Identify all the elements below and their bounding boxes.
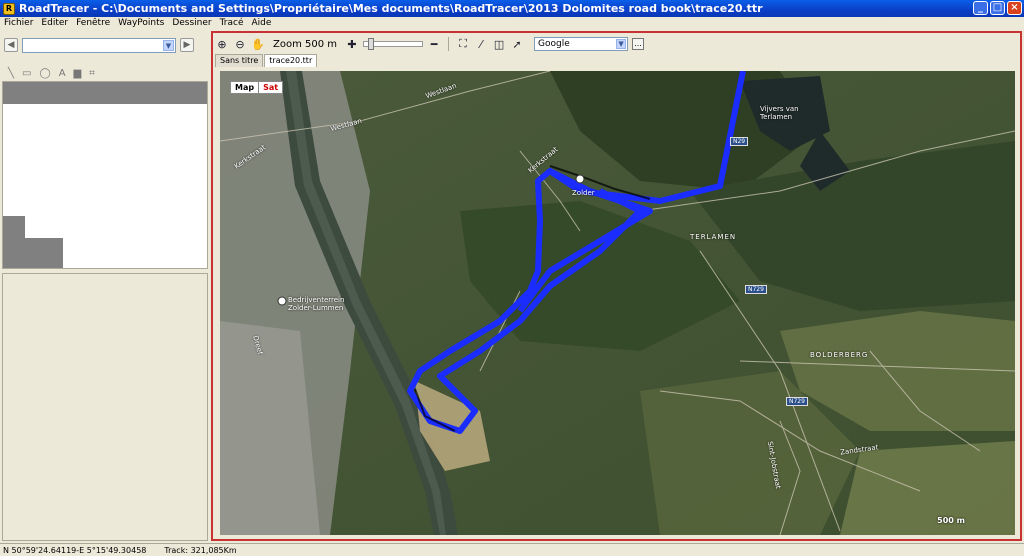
maximize-button[interactable]: □ (990, 1, 1005, 15)
location-combo[interactable]: ▼ (22, 37, 176, 53)
crop-tool-icon[interactable]: ⌗ (89, 68, 95, 79)
status-track-length: Track: 321,085Km (164, 545, 237, 555)
chevron-down-icon[interactable]: ▼ (163, 39, 174, 51)
zoom-slider[interactable] (363, 38, 424, 50)
zoom-in-icon[interactable]: ⊕ (215, 37, 229, 51)
fit-to-screen-icon[interactable]: ⛶ (456, 37, 470, 51)
document-tabs: Sans titre trace20.ttr (215, 54, 318, 68)
tab-trace20[interactable]: trace20.ttr (264, 54, 318, 67)
menu-bar: Fichier Editer Fenêtre WayPoints Dessine… (0, 17, 1024, 29)
toolbar-separator (448, 37, 450, 51)
back-arrow-icon[interactable]: ◀ (4, 38, 18, 52)
draw-toolbar: ╲ ▭ ◯ A ▆ ⌗ (4, 64, 208, 82)
app-icon: R (3, 2, 15, 15)
road-badge-n729: N729 (745, 285, 767, 294)
fill-tool-icon[interactable]: ▆ (74, 68, 82, 79)
map-label-zolder: Zolder (572, 189, 595, 197)
map-type-map-button[interactable]: Map (231, 82, 258, 93)
minus-icon[interactable]: ━ (427, 37, 441, 51)
map-scale-label: 500 m (937, 516, 965, 525)
road-badge-n729-2: N729 (786, 397, 808, 406)
text-tool-icon[interactable]: A (59, 68, 66, 79)
map-type-sat-button[interactable]: Sat (258, 82, 282, 93)
satellite-map[interactable]: Map Sat Westlaan Westlaan Kerkstraat Ker… (220, 71, 1015, 535)
map-source-select[interactable]: Google ▼ (534, 37, 629, 51)
line-tool-icon[interactable]: ╲ (8, 68, 14, 79)
zoom-out-icon[interactable]: ⊖ (233, 37, 247, 51)
road-badge-n29: N29 (730, 137, 749, 146)
menu-aide[interactable]: Aide (248, 18, 276, 28)
forward-arrow-icon[interactable]: ▶ (180, 38, 194, 52)
list-selection-block (3, 216, 25, 238)
minimize-button[interactable]: _ (973, 1, 988, 15)
ellipse-tool-icon[interactable]: ◯ (39, 68, 50, 79)
menu-editer[interactable]: Editer (37, 18, 72, 28)
map-view[interactable]: Map Sat Westlaan Westlaan Kerkstraat Ker… (220, 71, 1015, 535)
chevron-down-icon[interactable]: ▼ (616, 39, 627, 49)
left-panel: ◀ ▼ ▶ ╲ ▭ ◯ A ▆ ⌗ (0, 31, 210, 541)
plus-icon[interactable]: ✚ (345, 37, 359, 51)
title-bar: R RoadTracer - C:\Documents and Settings… (0, 0, 1024, 17)
map-label-terlamen: TERLAMEN (690, 233, 737, 241)
close-button[interactable]: × (1007, 1, 1022, 15)
menu-dessiner[interactable]: Dessiner (168, 18, 215, 28)
split-view-icon[interactable]: ◫ (492, 37, 506, 51)
rectangle-tool-icon[interactable]: ▭ (22, 68, 31, 79)
status-coordinates: N 50°59'24.64119-E 5°15'49.30458 (3, 545, 147, 555)
menu-trace[interactable]: Tracé (216, 18, 248, 28)
menu-fenetre[interactable]: Fenêtre (72, 18, 114, 28)
window-controls: _ □ × (973, 1, 1022, 15)
map-source-value: Google (538, 39, 570, 49)
status-bar: N 50°59'24.64119-E 5°15'49.30458 Track: … (0, 543, 1024, 556)
cursor-select-icon[interactable]: ➚ (510, 37, 524, 51)
more-options-button[interactable]: ... (632, 38, 645, 50)
zoom-slider-thumb[interactable] (368, 38, 375, 50)
tab-sans-titre[interactable]: Sans titre (215, 54, 264, 67)
nav-row: ◀ ▼ ▶ (4, 35, 208, 55)
waypoint-list[interactable] (2, 81, 208, 269)
properties-panel (2, 273, 208, 541)
map-label-bolderberg: BOLDERBERG (810, 351, 869, 359)
zoom-level-label: Zoom 500 m (273, 38, 338, 50)
list-selection-block (3, 238, 63, 268)
window-title: RoadTracer - C:\Documents and Settings\P… (19, 2, 763, 15)
magic-wand-icon[interactable]: ⁄ (474, 37, 488, 51)
map-toolbar: ⊕ ⊖ ✋ Zoom 500 m ✚ ━ ⛶ ⁄ ◫ ➚ Google ▼ ..… (215, 35, 1020, 53)
map-frame: ⊕ ⊖ ✋ Zoom 500 m ✚ ━ ⛶ ⁄ ◫ ➚ Google ▼ ..… (211, 31, 1022, 541)
map-type-toggle: Map Sat (230, 81, 284, 94)
pan-hand-icon[interactable]: ✋ (251, 37, 265, 51)
map-label-bedrijventerrein: Bedrijventerrein Zolder-Lummen (288, 296, 345, 312)
map-label-vijvers: Vijvers van Terlamen (760, 105, 799, 121)
menu-waypoints[interactable]: WayPoints (114, 18, 168, 28)
list-header-band (3, 82, 207, 104)
menu-fichier[interactable]: Fichier (0, 18, 37, 28)
